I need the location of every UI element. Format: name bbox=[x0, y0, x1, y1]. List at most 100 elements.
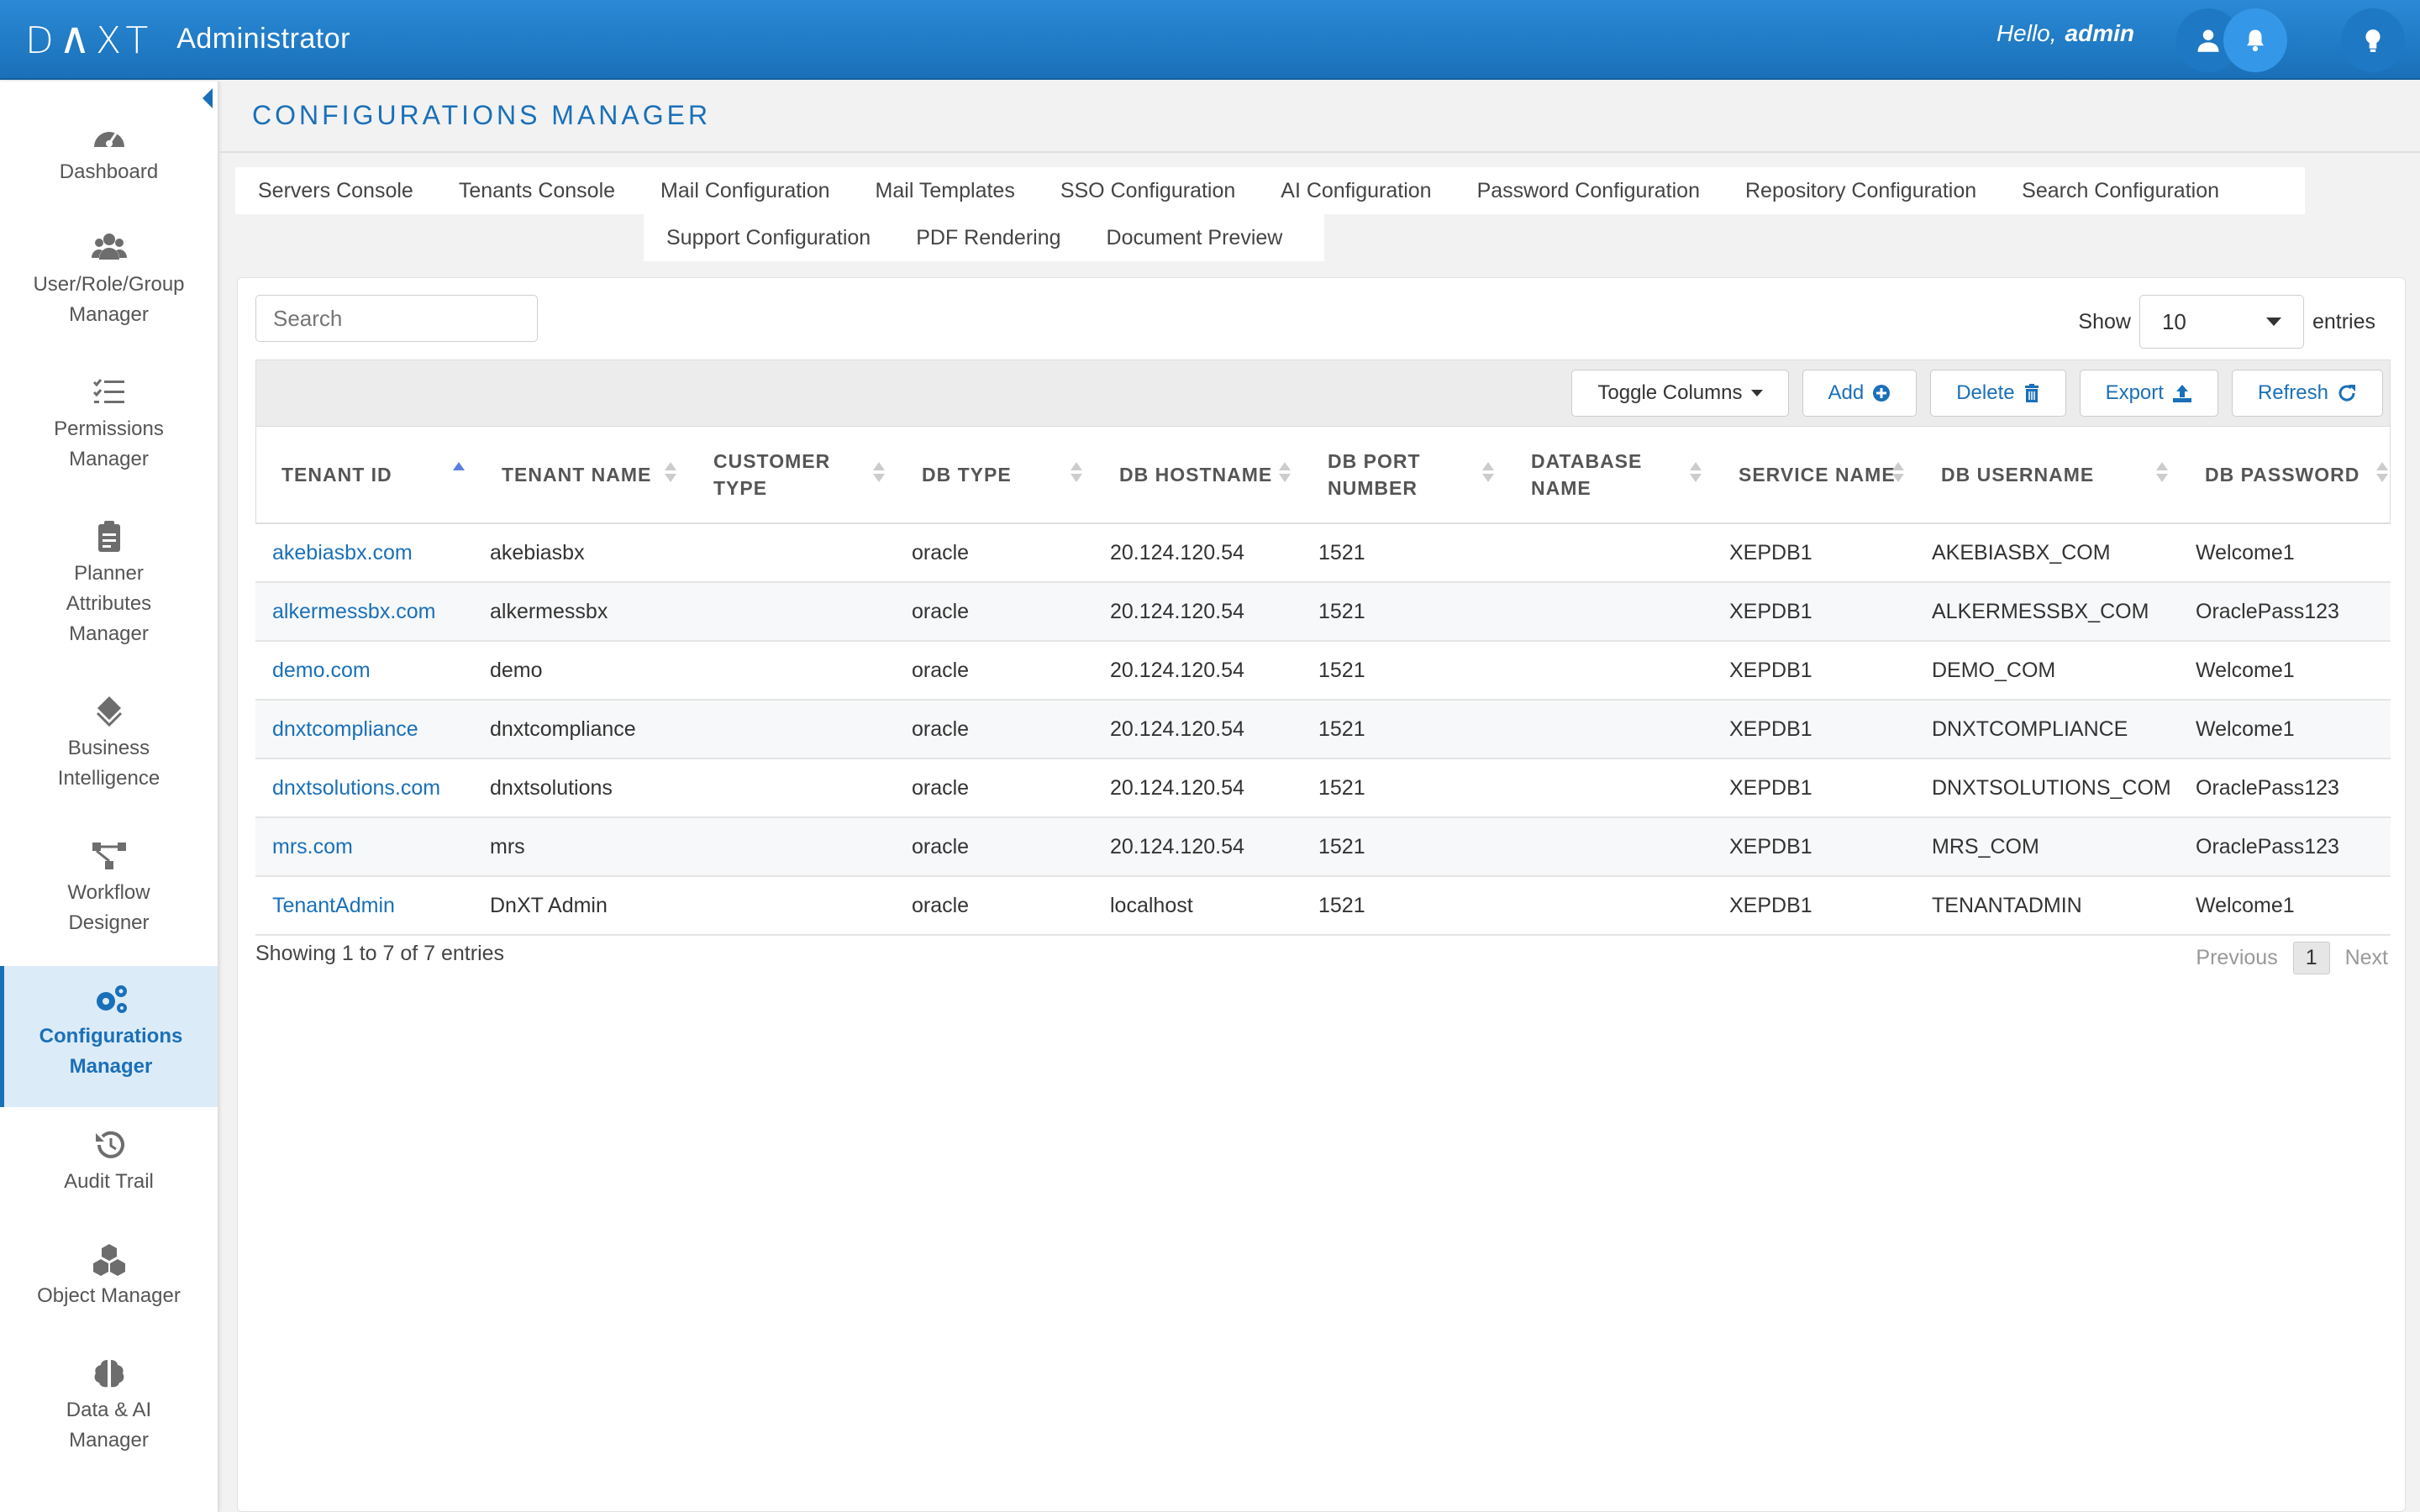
clipboard-icon bbox=[97, 521, 120, 552]
tab-repository-configuration[interactable]: Repository Configuration bbox=[1723, 179, 1999, 203]
cell-db-hostname: 20.124.120.54 bbox=[1110, 599, 1244, 623]
tab-sso-configuration[interactable]: SSO Configuration bbox=[1038, 179, 1258, 203]
search-input[interactable] bbox=[255, 295, 538, 342]
toggle-columns-button[interactable]: Toggle Columns bbox=[1571, 370, 1789, 417]
header-label: DB PASSWORD bbox=[2205, 464, 2360, 486]
cell-tenant-id[interactable]: TenantAdmin bbox=[255, 877, 473, 934]
show-label: Show bbox=[2078, 309, 2131, 333]
notifications-button[interactable] bbox=[2223, 8, 2287, 72]
sidebar-item-planner-attributes[interactable]: Planner Attributes Manager bbox=[0, 520, 218, 649]
sidebar-item-data-ai-manager[interactable]: Data & AI Manager bbox=[0, 1357, 218, 1456]
table-row[interactable]: mrs.com mrs oracle 20.124.120.54 1521 XEPDB1 M… bbox=[255, 818, 2391, 877]
header-db-username[interactable]: DB USERNAME bbox=[1916, 427, 2180, 522]
cell-service-name: XEPDB1 bbox=[1729, 893, 1812, 917]
header-db-hostname[interactable]: DB HOSTNAME bbox=[1094, 427, 1302, 522]
cell-db-port: 1521 bbox=[1318, 775, 1365, 800]
delete-button[interactable]: Delete bbox=[1930, 370, 2066, 417]
header-tenant-id[interactable]: TENANT ID bbox=[256, 427, 476, 522]
sidebar-item-label: Object Manager bbox=[37, 1284, 181, 1307]
tab-support-configuration[interactable]: Support Configuration bbox=[644, 226, 893, 250]
sidebar-item-configurations-manager[interactable]: Configurations Manager bbox=[0, 966, 218, 1107]
cell-db-password: OraclePass123 bbox=[2196, 834, 2339, 858]
cell-tenant-id[interactable]: akebiasbx.com bbox=[255, 524, 473, 581]
cell-db-username: DNXTSOLUTIONS_COM bbox=[1932, 775, 2171, 800]
cell-customer-type bbox=[685, 583, 895, 640]
table-row[interactable]: akebiasbx.com akebiasbx oracle 20.124.120.5… bbox=[255, 524, 2391, 583]
sidebar-item-object-manager[interactable]: Object Manager bbox=[0, 1242, 218, 1311]
page-1-button[interactable]: 1 bbox=[2292, 942, 2330, 974]
toggle-columns-label: Toggle Columns bbox=[1597, 381, 1743, 404]
tab-mail-configuration[interactable]: Mail Configuration bbox=[638, 179, 853, 203]
cell-db-hostname: localhost bbox=[1110, 893, 1193, 917]
trash-icon bbox=[2024, 384, 2039, 402]
cell-db-hostname: 20.124.120.54 bbox=[1110, 834, 1244, 858]
cell-db-password: Welcome1 bbox=[2196, 893, 2295, 917]
sidebar-item-label: Planner Attributes Manager bbox=[66, 562, 152, 645]
user-name: admin bbox=[2065, 20, 2134, 46]
sidebar-item-label: Audit Trail bbox=[64, 1170, 154, 1193]
delete-label: Delete bbox=[1956, 381, 2015, 404]
sidebar-item-dashboard[interactable]: Dashboard bbox=[0, 118, 218, 187]
caret-down-icon bbox=[1750, 390, 1763, 396]
cell-service-name: XEPDB1 bbox=[1729, 599, 1812, 623]
cell-db-username: MRS_COM bbox=[1932, 834, 2039, 858]
tab-ai-configuration[interactable]: AI Configuration bbox=[1258, 179, 1454, 203]
header-db-type[interactable]: DB TYPE bbox=[897, 427, 1094, 522]
previous-button[interactable]: Previous bbox=[2196, 946, 2277, 970]
cell-tenant-id[interactable]: dnxtsolutions.com bbox=[255, 759, 473, 816]
layers-icon bbox=[96, 696, 122, 727]
greeting-text: Hello, bbox=[1996, 20, 2057, 46]
table-toolbar: Toggle Columns Add Delete Export Refresh bbox=[255, 360, 2391, 427]
sidebar: Dashboard User/Role/Group Manager Permis… bbox=[0, 81, 218, 1512]
sidebar-item-label: Configurations Manager bbox=[39, 1025, 183, 1078]
cell-tenant-id[interactable]: dnxtcompliance bbox=[255, 701, 473, 758]
bell-icon bbox=[2247, 29, 2264, 52]
cell-tenant-id[interactable]: demo.com bbox=[255, 642, 473, 699]
sidebar-item-user-role-group[interactable]: User/Role/Group Manager bbox=[0, 231, 218, 330]
cell-db-password: OraclePass123 bbox=[2196, 775, 2339, 800]
sidebar-item-permissions[interactable]: Permissions Manager bbox=[0, 375, 218, 475]
collapse-sidebar-button[interactable] bbox=[203, 88, 213, 108]
cell-customer-type bbox=[685, 759, 895, 816]
header-label: DB HOSTNAME bbox=[1119, 464, 1273, 486]
sidebar-item-business-intelligence[interactable]: Business Intelligence bbox=[0, 695, 218, 794]
tab-password-configuration[interactable]: Password Configuration bbox=[1455, 179, 1723, 203]
next-button[interactable]: Next bbox=[2345, 946, 2388, 970]
header-database-name[interactable]: DATABASE NAME bbox=[1506, 427, 1713, 522]
app-title: Administrator bbox=[176, 22, 350, 55]
table-row[interactable]: dnxtcompliance dnxtcompliance oracle 20.124… bbox=[255, 701, 2391, 759]
export-button[interactable]: Export bbox=[2079, 370, 2218, 417]
entries-select[interactable]: 10 bbox=[2139, 295, 2304, 349]
sidebar-item-audit-trail[interactable]: Audit Trail bbox=[0, 1128, 218, 1197]
cell-tenant-name: demo bbox=[490, 658, 543, 682]
tab-document-preview[interactable]: Document Preview bbox=[1084, 226, 1306, 250]
sidebar-item-workflow-designer[interactable]: Workflow Designer bbox=[0, 839, 218, 938]
header-service-name[interactable]: SERVICE NAME bbox=[1713, 427, 1916, 522]
refresh-button[interactable]: Refresh bbox=[2231, 370, 2383, 417]
table-row[interactable]: alkermessbx.com alkermessbx oracle 20.124.1… bbox=[255, 583, 2391, 642]
cell-tenant-id[interactable]: alkermessbx.com bbox=[255, 583, 473, 640]
tab-mail-templates[interactable]: Mail Templates bbox=[853, 179, 1038, 203]
table-row[interactable]: dnxtsolutions.com dnxtsolutions oracle 20.1… bbox=[255, 759, 2391, 818]
cell-database-name bbox=[1505, 701, 1712, 758]
cell-tenant-name: mrs bbox=[490, 834, 525, 858]
table-row[interactable]: demo.com demo oracle 20.124.120.54 1521 XEPDB… bbox=[255, 642, 2391, 701]
header-db-password[interactable]: DB PASSWORD bbox=[2180, 427, 2390, 522]
add-button[interactable]: Add bbox=[1802, 370, 1918, 417]
tab-tenants-console[interactable]: Tenants Console bbox=[436, 179, 638, 203]
sidebar-item-label: Dashboard bbox=[59, 160, 159, 183]
tab-search-configuration[interactable]: Search Configuration bbox=[1999, 179, 2242, 203]
tab-pdf-rendering[interactable]: PDF Rendering bbox=[893, 226, 1083, 250]
header-tenant-name[interactable]: TENANT NAME bbox=[476, 427, 688, 522]
tab-servers-console[interactable]: Servers Console bbox=[235, 179, 436, 203]
cell-tenant-id[interactable]: mrs.com bbox=[255, 818, 473, 875]
header-customer-type[interactable]: CUSTOMER TYPE bbox=[688, 427, 897, 522]
table-row[interactable]: TenantAdmin DnXT Admin oracle localhost 1521… bbox=[255, 877, 2391, 936]
pagination: Previous 1 Next bbox=[2196, 942, 2388, 974]
table-body: akebiasbx.com akebiasbx oracle 20.124.120.5… bbox=[255, 524, 2391, 936]
cell-service-name: XEPDB1 bbox=[1729, 658, 1812, 682]
header-db-port-number[interactable]: DB PORT NUMBER bbox=[1302, 427, 1506, 522]
table-info: Showing 1 to 7 of 7 entries bbox=[255, 942, 505, 965]
tips-button[interactable] bbox=[2341, 8, 2405, 72]
cell-db-hostname: 20.124.120.54 bbox=[1110, 540, 1244, 564]
